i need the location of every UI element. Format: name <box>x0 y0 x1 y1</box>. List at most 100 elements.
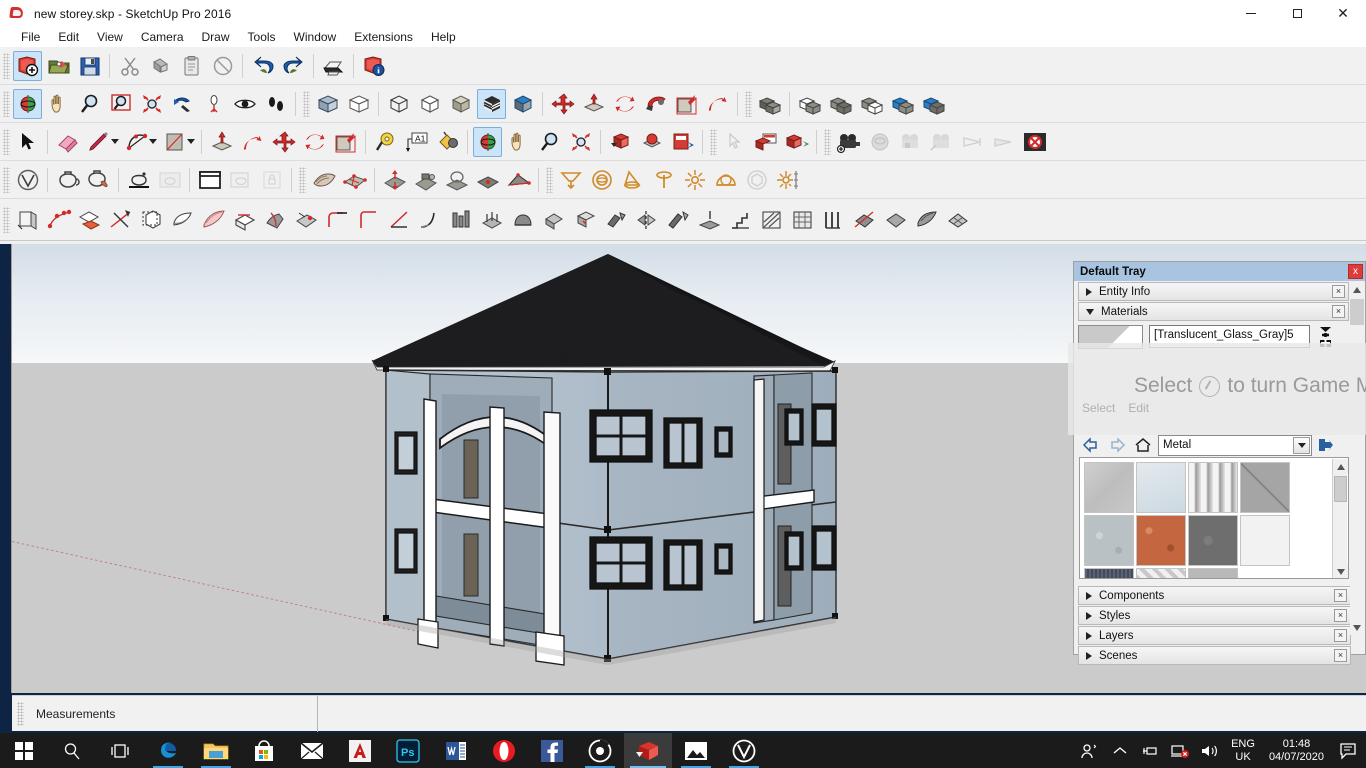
panel-styles[interactable]: Styles × <box>1078 606 1351 625</box>
scroll-down-icon[interactable] <box>1333 564 1348 578</box>
sun-light-button[interactable] <box>773 165 802 195</box>
back-edges-button[interactable] <box>344 89 373 119</box>
details-arrow-icon[interactable] <box>1312 433 1338 457</box>
arc-button[interactable] <box>122 127 151 157</box>
task-view-button[interactable] <box>96 733 144 768</box>
share-model-button[interactable] <box>637 127 666 157</box>
menu-help[interactable]: Help <box>422 29 465 45</box>
zorro-slice-button[interactable] <box>850 205 879 235</box>
frustum-alt-button[interactable] <box>989 127 1018 157</box>
material-name-input[interactable]: [Translucent_Glass_Gray]5 <box>1149 325 1310 348</box>
vray-camera-edit-button[interactable] <box>927 127 956 157</box>
open-folder-button[interactable] <box>44 51 73 81</box>
offset-large-button[interactable] <box>238 127 267 157</box>
delete-button[interactable] <box>208 51 237 81</box>
vray-camera-add-button[interactable] <box>834 127 863 157</box>
round-corner-button[interactable] <box>137 205 166 235</box>
material-library-select[interactable]: Metal <box>1158 434 1312 456</box>
panel-components-close[interactable]: × <box>1334 589 1347 602</box>
solid-inspector-button[interactable] <box>571 205 600 235</box>
render-region-button[interactable] <box>226 165 255 195</box>
subdivide-button[interactable] <box>943 205 972 235</box>
intersect-line-button[interactable] <box>106 205 135 235</box>
rectangle-button[interactable] <box>160 127 189 157</box>
toolbar-grip[interactable] <box>745 90 752 117</box>
toolbar-grip[interactable] <box>3 166 10 193</box>
wireframe-button[interactable] <box>384 89 413 119</box>
facebook-button[interactable] <box>528 733 576 768</box>
look-around-button[interactable] <box>230 89 259 119</box>
add-detail-button[interactable] <box>473 165 502 195</box>
default-tray-panel[interactable]: Default Tray x Entity Info × Materials ×… <box>1073 261 1366 665</box>
measurements-grip[interactable] <box>17 701 24 726</box>
text-tool-button[interactable]: A1 <box>402 127 431 157</box>
network-disconnected-icon[interactable] <box>1165 733 1195 768</box>
toolbar-grip[interactable] <box>3 90 10 117</box>
weld-tool-button[interactable] <box>664 205 693 235</box>
show-hidden-icons-chevron[interactable] <box>1105 733 1135 768</box>
menu-tools[interactable]: Tools <box>239 29 285 45</box>
follow-me-button[interactable] <box>641 89 670 119</box>
sphere-light-button[interactable] <box>587 165 616 195</box>
material-editor-button[interactable] <box>53 165 82 195</box>
mail-button[interactable] <box>288 733 336 768</box>
zoom-button[interactable] <box>75 89 104 119</box>
vray-cancel-button[interactable] <box>1020 127 1049 157</box>
corner-tool-button[interactable] <box>354 205 383 235</box>
tray-scrollbar[interactable] <box>1350 283 1364 635</box>
scale-large-button[interactable] <box>331 127 360 157</box>
panel-entity-info-close[interactable]: × <box>1332 285 1345 298</box>
current-material-swatch[interactable] <box>1078 324 1143 349</box>
curviloft-skin-button[interactable] <box>199 205 228 235</box>
profile-builder-button[interactable] <box>509 205 538 235</box>
bezier-curve-button[interactable] <box>44 205 73 235</box>
menu-edit[interactable]: Edit <box>49 29 88 45</box>
material-swatch[interactable] <box>1136 568 1186 578</box>
menu-extensions[interactable]: Extensions <box>345 29 422 45</box>
print-button[interactable] <box>319 51 348 81</box>
copy-button[interactable] <box>146 51 175 81</box>
slicer-button[interactable] <box>478 205 507 235</box>
undo-button[interactable] <box>248 51 277 81</box>
render-button[interactable] <box>124 165 153 195</box>
cut-button[interactable] <box>115 51 144 81</box>
menu-draw[interactable]: Draw <box>193 29 239 45</box>
send-to-layout-button[interactable] <box>751 127 780 157</box>
fillet-corner-button[interactable] <box>323 205 352 235</box>
joint-push-pull-button[interactable] <box>13 205 42 235</box>
mirror-tool-button[interactable] <box>633 205 662 235</box>
frame-buffer-button[interactable] <box>195 165 224 195</box>
position-camera-button[interactable] <box>199 89 228 119</box>
maximize-button[interactable] <box>1274 0 1320 27</box>
panel-components[interactable]: Components × <box>1078 586 1351 605</box>
speaker-icon[interactable] <box>1195 733 1225 768</box>
quad-face-button[interactable] <box>881 205 910 235</box>
panel-layers-close[interactable]: × <box>1334 629 1347 642</box>
clock[interactable]: 01:48 04/07/2020 <box>1261 738 1332 764</box>
frustum-button[interactable] <box>958 127 987 157</box>
panel-entity-info[interactable]: Entity Info × <box>1078 282 1349 301</box>
offset-button[interactable] <box>703 89 732 119</box>
ies-light-button[interactable] <box>649 165 678 195</box>
scroll-up-icon[interactable] <box>1350 283 1364 297</box>
file-explorer-button[interactable] <box>192 733 240 768</box>
toolbar-grip[interactable] <box>3 128 10 155</box>
opera-browser-button[interactable] <box>480 733 528 768</box>
orbit-large-button[interactable] <box>473 126 502 157</box>
material-swatch[interactable] <box>1084 462 1134 513</box>
menu-camera[interactable]: Camera <box>132 29 193 45</box>
toolbar-grip[interactable] <box>303 90 310 117</box>
flip-edge-button[interactable] <box>504 165 533 195</box>
rotate-large-button[interactable] <box>300 127 329 157</box>
scroll-down-icon[interactable] <box>1350 621 1364 635</box>
eraser-button[interactable] <box>53 127 82 157</box>
monochrome-button[interactable] <box>508 89 537 119</box>
push-pull-large-button[interactable] <box>207 127 236 157</box>
trim-solid-button[interactable] <box>888 89 917 119</box>
material-swatch[interactable] <box>1084 515 1134 566</box>
panel-styles-close[interactable]: × <box>1334 609 1347 622</box>
rectangle-light-button[interactable] <box>556 165 585 195</box>
minimize-button[interactable] <box>1228 0 1274 27</box>
spot-light-button[interactable] <box>618 165 647 195</box>
rotate-button[interactable] <box>610 89 639 119</box>
